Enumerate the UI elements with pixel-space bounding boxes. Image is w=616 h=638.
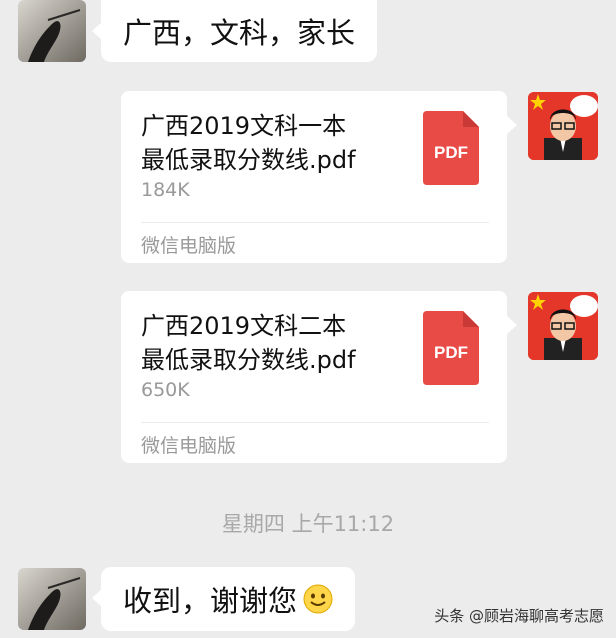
- pdf-icon-label: PDF: [434, 143, 468, 162]
- file-name-line1: 广西2019文科一本: [141, 112, 347, 140]
- file-source: 微信电脑版: [141, 435, 237, 457]
- divider: [141, 222, 489, 223]
- message-bubble[interactable]: 收到，谢谢您: [91, 567, 356, 631]
- watermark: 头条 @顾岩海聊高考志愿: [434, 607, 604, 625]
- chat-timestamp: 星期四 上午11:12: [221, 512, 395, 536]
- avatar-image: [18, 568, 86, 630]
- message-bubble[interactable]: 广西，文科，家长: [91, 0, 378, 62]
- file-size: 650K: [141, 379, 190, 401]
- avatar-self[interactable]: [528, 92, 598, 160]
- avatar-cartoon-image: [528, 292, 598, 360]
- file-size: 184K: [141, 179, 190, 201]
- file-name: 广西2019文科二本 最低录取分数线.pdf: [141, 309, 401, 377]
- file-name-line1: 广西2019文科二本: [141, 312, 347, 340]
- avatar-cartoon-image: [528, 92, 598, 160]
- avatar-self[interactable]: [528, 292, 598, 360]
- divider: [141, 422, 489, 423]
- avatar-contact[interactable]: [18, 0, 86, 62]
- pdf-file-icon: PDF: [423, 311, 479, 385]
- message-text: 广西，文科，家长: [123, 16, 356, 50]
- avatar-contact[interactable]: [18, 568, 86, 630]
- pdf-icon-label: PDF: [434, 343, 468, 362]
- avatar-image: [18, 0, 86, 62]
- smile-emoji-icon: [303, 584, 333, 614]
- file-name-line2: 最低录取分数线.pdf: [141, 346, 356, 374]
- message-text: 收到，谢谢您: [123, 584, 298, 618]
- pdf-file-icon: PDF: [423, 111, 479, 185]
- file-name-line2: 最低录取分数线.pdf: [141, 146, 356, 174]
- file-name: 广西2019文科一本 最低录取分数线.pdf: [141, 109, 401, 177]
- file-message-card[interactable]: 广西2019文科一本 最低录取分数线.pdf PDF 184K 微信电脑版: [121, 91, 517, 263]
- file-message-card[interactable]: 广西2019文科二本 最低录取分数线.pdf PDF 650K 微信电脑版: [121, 291, 517, 463]
- file-source: 微信电脑版: [141, 235, 237, 257]
